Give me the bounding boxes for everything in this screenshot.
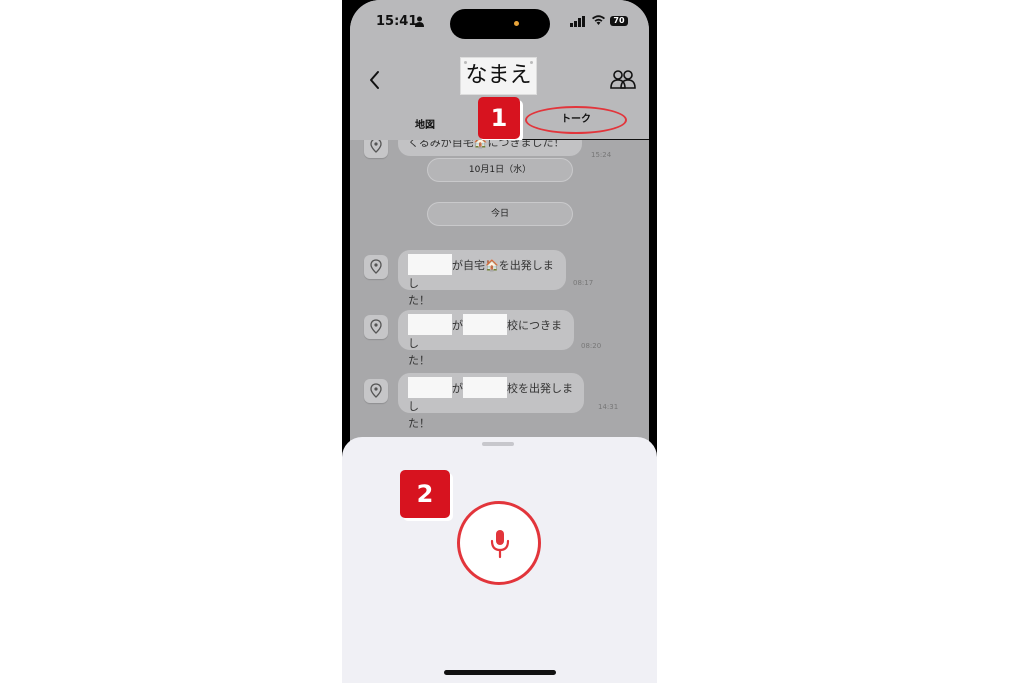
chat-area[interactable]: くるみが自宅🏠につきました！ 15:24 10月1日（水） 今日 が自宅🏠を出発… <box>350 140 649 440</box>
step-badge-1: 1 <box>478 97 520 139</box>
redacted-name <box>408 254 452 275</box>
location-pin-icon <box>364 255 388 279</box>
message-time: 08:20 <box>581 342 602 350</box>
microphone-button[interactable] <box>457 501 541 585</box>
sheet-grabber[interactable] <box>482 442 514 446</box>
wifi-icon <box>592 15 605 25</box>
phone-frame: 15:41 70 なまえ 地図 トーク 1 くるみが自宅🏠につきました！ 15:… <box>342 0 657 683</box>
date-separator: 10月1日（水） <box>428 159 572 181</box>
status-time: 15:41 <box>376 14 418 29</box>
message-text: が <box>452 319 463 332</box>
redacted-school-name <box>463 314 507 335</box>
dynamic-island <box>450 9 550 39</box>
location-pin-icon <box>364 315 388 339</box>
message-text: た！ <box>408 294 430 307</box>
microphone-icon <box>490 530 510 559</box>
tab-talk[interactable]: トーク <box>525 106 627 134</box>
cellular-signal-icon <box>570 16 585 27</box>
status-bar: 15:41 70 <box>350 0 649 44</box>
page-title: なまえ <box>461 58 536 94</box>
chat-message: くるみが自宅🏠につきました！ <box>398 140 582 156</box>
message-time: 15:24 <box>591 151 612 159</box>
camera-indicator-icon <box>514 21 519 26</box>
battery-icon: 70 <box>610 16 628 26</box>
message-text: くるみが自宅🏠につきました！ <box>408 140 565 149</box>
redacted-name <box>408 377 452 398</box>
redacted-school-name <box>463 377 507 398</box>
step-badge-2: 2 <box>400 470 450 518</box>
group-members-icon[interactable] <box>610 68 636 90</box>
location-pin-icon <box>364 379 388 403</box>
message-text: た！ <box>408 354 430 367</box>
back-chevron-icon[interactable] <box>368 69 382 91</box>
home-indicator <box>444 670 556 675</box>
person-icon <box>415 16 424 27</box>
tab-map[interactable]: 地図 <box>405 116 445 131</box>
message-time: 08:17 <box>573 279 594 287</box>
message-time: 14:31 <box>598 403 619 411</box>
message-text: た！ <box>408 417 430 430</box>
redacted-name <box>408 314 452 335</box>
chat-message: が校を出発しまし た！ <box>398 373 584 430</box>
message-text: が <box>452 382 463 395</box>
chat-message: が自宅🏠を出発しまし た！ <box>398 250 566 307</box>
chat-message: が校につきまし た！ <box>398 310 574 367</box>
date-separator: 今日 <box>428 203 572 225</box>
location-pin-icon <box>364 140 388 158</box>
voice-input-sheet <box>342 437 657 683</box>
